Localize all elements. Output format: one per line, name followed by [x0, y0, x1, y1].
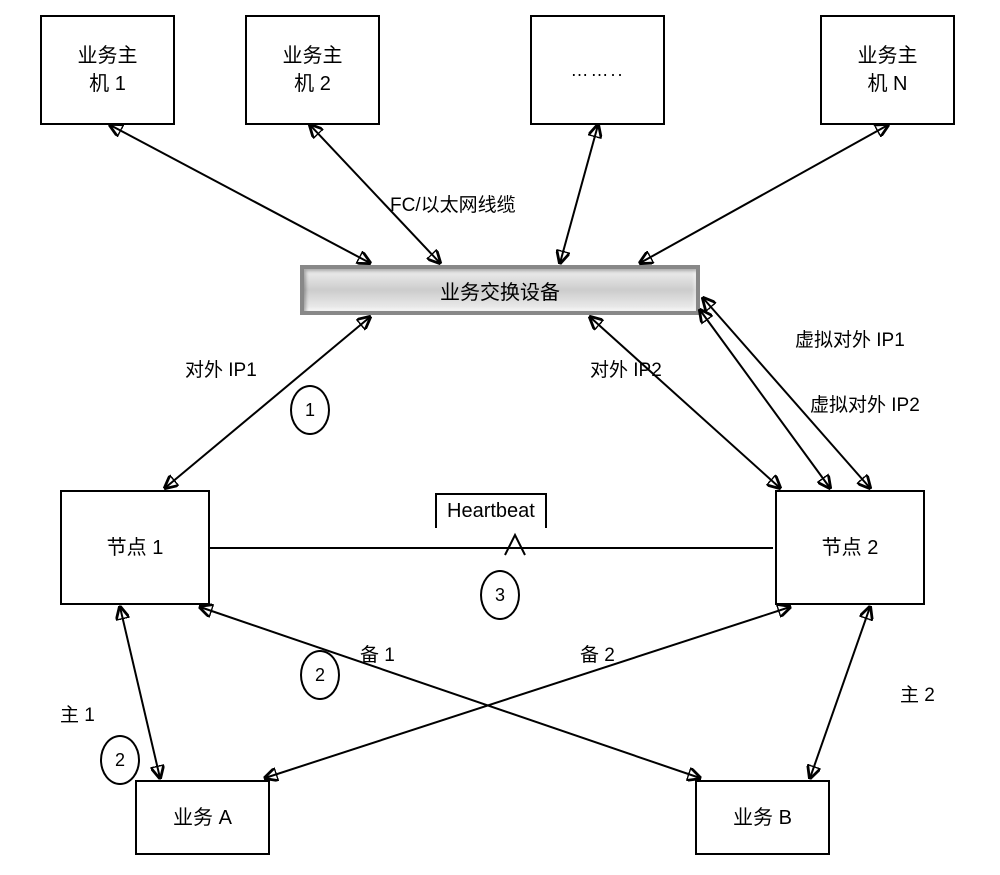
host-box-1: 业务主 机 1 [40, 15, 175, 125]
marker-1: 1 [290, 385, 330, 435]
node-1-box: 节点 1 [60, 490, 210, 605]
marker-2b: 2 [100, 735, 140, 785]
backup1-label: 备 1 [360, 640, 395, 667]
heartbeat-box: Heartbeat [435, 493, 547, 528]
vext-ip1-label: 虚拟对外 IP1 [795, 325, 905, 352]
service-a-box: 业务 A [135, 780, 270, 855]
service-a-label: 业务 A [173, 804, 232, 832]
marker-3: 3 [480, 570, 520, 620]
host-label-2: 业务主 机 2 [283, 42, 343, 98]
vext-ip2-label: 虚拟对外 IP2 [810, 390, 920, 417]
host-label-n: 业务主 机 N [858, 42, 918, 98]
node-1-label: 节点 1 [107, 534, 164, 562]
primary2-label: 主 2 [900, 680, 935, 707]
service-b-box: 业务 B [695, 780, 830, 855]
node-2-label: 节点 2 [822, 534, 879, 562]
connectors-svg [0, 0, 1000, 875]
host-box-2: 业务主 机 2 [245, 15, 380, 125]
primary1-label: 主 1 [60, 700, 95, 727]
marker-2a: 2 [300, 650, 340, 700]
ext-ip2-label: 对外 IP2 [590, 355, 662, 382]
backup2-label: 备 2 [580, 640, 615, 667]
cable-label: FC/以太网线缆 [390, 190, 516, 217]
host-box-n: 业务主 机 N [820, 15, 955, 125]
heartbeat-label: Heartbeat [447, 500, 535, 522]
node-2-box: 节点 2 [775, 490, 925, 605]
host-label-1: 业务主 机 1 [78, 42, 138, 98]
service-b-label: 业务 B [733, 804, 792, 832]
ext-ip1-label: 对外 IP1 [185, 355, 257, 382]
